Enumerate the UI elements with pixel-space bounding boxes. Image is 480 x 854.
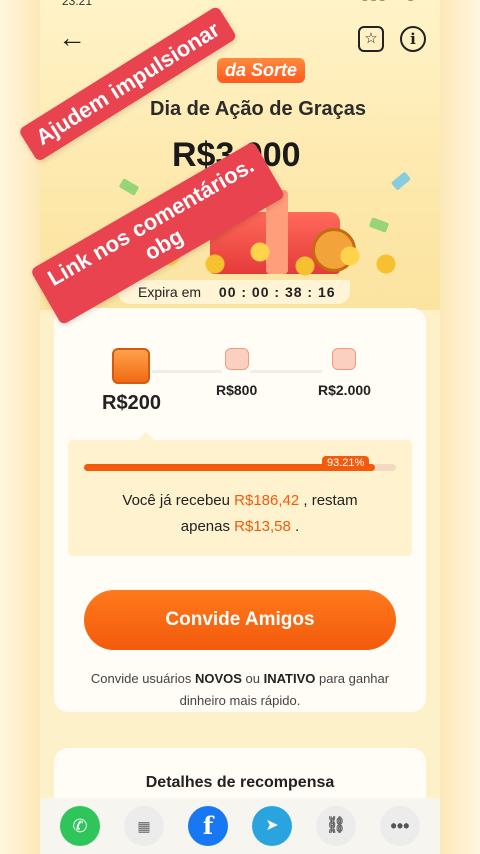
telegram-share-button[interactable]: ➤ — [252, 806, 292, 846]
back-button[interactable]: ← — [58, 24, 88, 54]
hint-bold: NOVOS — [194, 671, 242, 686]
share-bar: ✆ ▦ f ➤ ⛓ ••• — [40, 798, 440, 854]
qr-code-button[interactable]: ▦ — [124, 806, 164, 846]
confetti-decoration — [368, 217, 390, 233]
stage-connector — [250, 370, 322, 373]
hint-text: dinheiro mais rápido. — [179, 693, 301, 708]
whatsapp-icon: ✆ — [72, 816, 88, 836]
star-icon: ☆ — [364, 30, 378, 47]
countdown-timer: Expira em 00 : 00 : 38 : 16 — [118, 280, 350, 304]
info-button[interactable]: i — [400, 26, 426, 52]
hint-text: para ganhar — [315, 671, 390, 686]
more-options-button[interactable]: ••• — [380, 806, 420, 846]
gift-icon — [332, 348, 357, 370]
stage-r2000: R$2.000 — [318, 348, 371, 398]
remaining-amount: R$13,58 — [234, 518, 291, 535]
facebook-icon: f — [202, 811, 214, 840]
timer-label: Expira em — [138, 284, 202, 300]
msg-text: . — [290, 518, 300, 535]
msg-text: Você já recebeu — [122, 492, 235, 509]
confetti-decoration — [390, 171, 412, 191]
background-blur-right — [440, 0, 480, 854]
msg-text: , restam — [299, 492, 358, 509]
stage-label: R$2.000 — [318, 382, 371, 398]
info-icon: i — [410, 30, 416, 48]
gift-box-icon — [112, 348, 151, 384]
confetti-decoration — [118, 178, 140, 196]
stage-label: R$800 — [216, 382, 258, 398]
arrow-left-icon: ← — [58, 22, 86, 53]
link-icon: ⛓ — [325, 817, 347, 834]
brand-logo: da Sorte — [215, 56, 308, 85]
status-time: 23:21 — [62, 0, 93, 8]
stage-r800: R$800 — [216, 348, 257, 398]
telegram-icon: ➤ — [265, 817, 279, 834]
favorite-button[interactable]: ☆ — [358, 26, 384, 52]
reward-details-title: Detalhes de recompensa — [145, 774, 335, 791]
msg-text: apenas — [180, 518, 235, 535]
invite-hint: Convide usuários NOVOS ou INATIVO para g… — [54, 668, 426, 712]
progress-message: Você já recebeu R$186,42 , restam apenas… — [68, 488, 412, 540]
reward-progress-card: R$200 R$800 R$2.000 93.21% Você já receb… — [54, 308, 426, 712]
stage-connector — [152, 370, 222, 373]
timer-value: 00 : 00 : 38 : 16 — [218, 284, 336, 300]
invite-friends-button[interactable]: Convide Amigos — [84, 590, 396, 650]
stage-label: R$200 — [102, 392, 161, 414]
received-amount: R$186,42 — [234, 492, 300, 509]
hint-text: ou — [241, 671, 264, 686]
progress-box: 93.21% Você já recebeu R$186,42 , restam… — [68, 432, 412, 556]
copy-link-button[interactable]: ⛓ — [316, 806, 356, 846]
phone-screen: 23:21 ▮▮▮ ◔ ▮ ← ☆ i da Sorte Dia de Ação… — [40, 0, 440, 854]
stage-r200: R$200 — [102, 348, 161, 415]
hint-bold: INATIVO — [263, 671, 316, 686]
hint-text: Convide usuários — [90, 671, 195, 686]
progress-percent-badge: 93.21% — [322, 456, 370, 470]
qr-code-icon: ▦ — [137, 818, 151, 834]
status-bar: 23:21 ▮▮▮ ◔ ▮ — [40, 0, 440, 10]
whatsapp-share-button[interactable]: ✆ — [60, 806, 100, 846]
gift-icon — [224, 348, 249, 370]
more-icon: ••• — [390, 816, 410, 836]
event-title: Dia de Ação de Graças — [150, 98, 367, 120]
facebook-share-button[interactable]: f — [188, 806, 228, 846]
pointer-caret — [138, 432, 154, 440]
